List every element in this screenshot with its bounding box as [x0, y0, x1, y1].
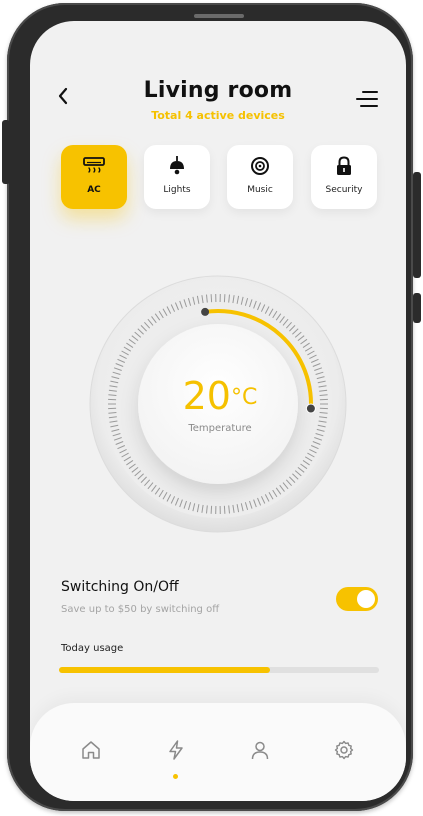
temperature-label: Temperature [188, 423, 252, 434]
device-label: Music [247, 185, 273, 195]
speaker-notch [194, 14, 244, 18]
arc-end-handle[interactable] [305, 403, 316, 414]
nav-energy[interactable] [165, 739, 189, 763]
device-tab-lights[interactable]: Lights [144, 145, 210, 209]
dial-tick [223, 294, 226, 303]
dial-tick [223, 505, 226, 514]
temperature-unit: °C [230, 385, 258, 410]
speaker-icon [227, 155, 293, 177]
volume-button [2, 120, 10, 184]
switching-subtitle: Save up to $50 by switching off [61, 604, 220, 615]
device-selector: AC Lights Music Security [61, 145, 377, 211]
nav-home[interactable] [80, 739, 104, 763]
arc-start-handle[interactable] [201, 307, 210, 316]
lock-icon [311, 155, 377, 177]
home-icon [82, 741, 100, 759]
dial-tick [210, 294, 213, 303]
air-conditioner-icon [61, 155, 127, 177]
dial-tick [108, 394, 117, 396]
dial-tick [319, 394, 328, 396]
usage-label: Today usage [61, 643, 124, 654]
device-label: Lights [163, 185, 191, 195]
lamp-icon [144, 155, 210, 177]
power-button [413, 172, 421, 278]
switching-title: Switching On/Off [61, 579, 179, 595]
gear-icon [334, 740, 354, 760]
toggle-knob [357, 590, 375, 608]
dial-tick [210, 505, 213, 514]
active-nav-indicator [173, 774, 178, 779]
usage-progress-fill [59, 667, 271, 673]
phone-frame: Living room Total 4 active devices AC Li… [7, 3, 413, 811]
dial-tick [319, 412, 328, 414]
usage-progress-track [59, 667, 379, 673]
bottom-nav [30, 703, 406, 801]
page-title: Living room [143, 78, 293, 103]
user-icon [251, 741, 269, 760]
temperature-value: 20 [182, 374, 231, 418]
temperature-readout: 20°C [170, 376, 270, 416]
nav-settings[interactable] [333, 739, 357, 763]
device-label: Security [325, 185, 363, 195]
power-toggle[interactable] [336, 587, 378, 611]
lightning-icon [169, 740, 183, 760]
device-tab-security[interactable]: Security [311, 145, 377, 209]
side-button [413, 293, 421, 323]
nav-profile[interactable] [249, 739, 273, 763]
device-tab-music[interactable]: Music [227, 145, 293, 209]
menu-button[interactable] [356, 91, 378, 107]
dial-tick [108, 412, 117, 414]
device-label: AC [87, 185, 101, 195]
app-screen: Living room Total 4 active devices AC Li… [30, 21, 406, 801]
page-subtitle: Total 4 active devices [151, 109, 285, 122]
device-tab-ac[interactable]: AC [61, 145, 127, 209]
